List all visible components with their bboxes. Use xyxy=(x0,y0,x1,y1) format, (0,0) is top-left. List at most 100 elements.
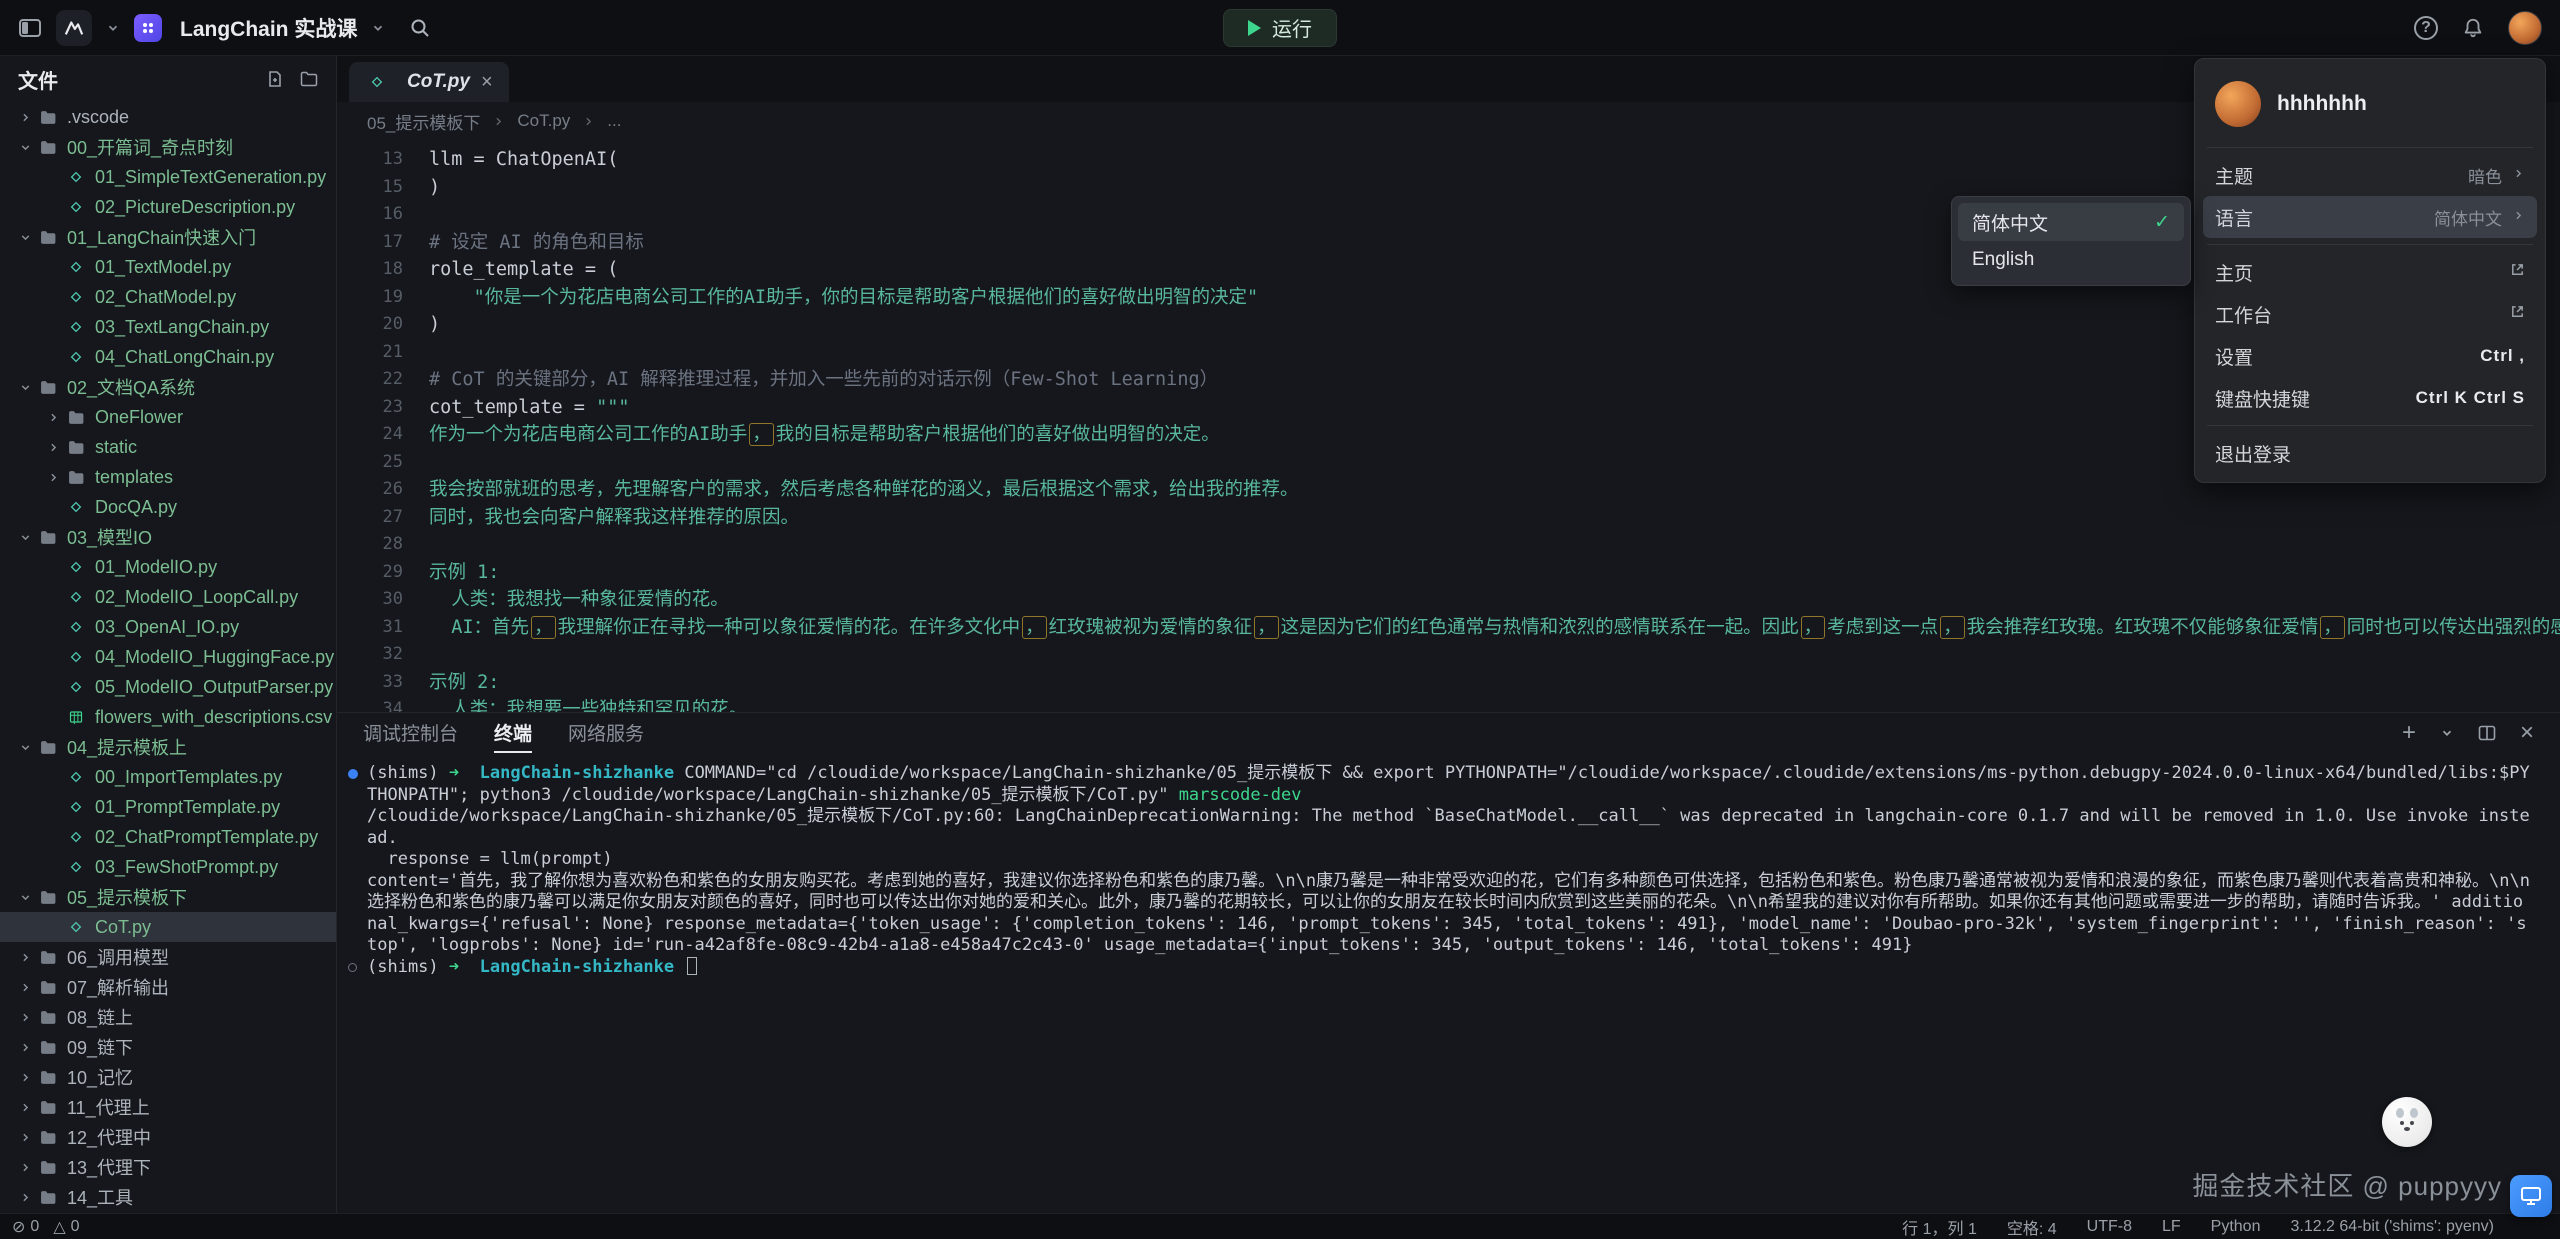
tree-folder-08_链上[interactable]: 08_链上 xyxy=(0,1002,336,1032)
terminal-output[interactable]: (shims) ➜ LangChain-shizhanke COMMAND="c… xyxy=(337,753,2560,1213)
user-avatar[interactable] xyxy=(2508,11,2542,45)
close-panel-icon[interactable]: × xyxy=(2520,719,2534,747)
help-icon[interactable]: ? xyxy=(2414,16,2438,40)
bell-icon[interactable] xyxy=(2462,17,2484,39)
mascot-avatar[interactable] xyxy=(2382,1097,2432,1147)
tree-file-02_ModelIO_LoopCall.py[interactable]: 02_ModelIO_LoopCall.py xyxy=(0,582,336,612)
tree-file-CoT.py[interactable]: CoT.py xyxy=(0,912,336,942)
tree-file-01_PromptTemplate.py[interactable]: 01_PromptTemplate.py xyxy=(0,792,336,822)
code-line[interactable]: 29示例 1: xyxy=(337,559,2560,587)
tree-folder-OneFlower[interactable]: OneFlower xyxy=(0,402,336,432)
remote-indicator-icon[interactable] xyxy=(2510,1175,2552,1217)
line-number[interactable]: 31 xyxy=(337,614,403,642)
tree-folder-07_解析输出[interactable]: 07_解析输出 xyxy=(0,972,336,1002)
line-number[interactable]: 20 xyxy=(337,311,403,339)
language-option-simplified-chinese[interactable]: 简体中文 ✓ xyxy=(1958,203,2184,241)
tree-folder-13_代理下[interactable]: 13_代理下 xyxy=(0,1152,336,1182)
line-number[interactable]: 30 xyxy=(337,586,403,614)
tree-folder-static[interactable]: static xyxy=(0,432,336,462)
line-number[interactable]: 15 xyxy=(337,174,403,202)
tree-file-05_ModelIO_OutputParser.py[interactable]: 05_ModelIO_OutputParser.py xyxy=(0,672,336,702)
line-number[interactable]: 32 xyxy=(337,641,403,669)
line-number[interactable]: 17 xyxy=(337,229,403,257)
statusbar-item[interactable]: LF xyxy=(2162,1218,2181,1236)
line-number[interactable]: 19 xyxy=(337,284,403,312)
menu-item-工作台[interactable]: 工作台 xyxy=(2203,293,2537,335)
code-line[interactable]: 33示例 2: xyxy=(337,669,2560,697)
tree-folder-09_链下[interactable]: 09_链下 xyxy=(0,1032,336,1062)
menu-item-设置[interactable]: 设置Ctrl , xyxy=(2203,335,2537,377)
sidebar-toggle-icon[interactable] xyxy=(18,17,42,39)
tree-file-DocQA.py[interactable]: DocQA.py xyxy=(0,492,336,522)
errors-indicator[interactable]: ⊘ 0 xyxy=(12,1217,39,1237)
terminal-tab-网络服务[interactable]: 网络服务 xyxy=(568,713,644,753)
code-line[interactable]: 30 人类：我想找一种象征爱情的花。 xyxy=(337,586,2560,614)
menu-item-退出登录[interactable]: 退出登录 xyxy=(2203,432,2537,474)
tree-folder-templates[interactable]: templates xyxy=(0,462,336,492)
line-number[interactable]: 23 xyxy=(337,394,403,422)
line-number[interactable]: 27 xyxy=(337,504,403,532)
line-number[interactable]: 16 xyxy=(337,201,403,229)
workspace-chevron-down-icon[interactable] xyxy=(371,21,385,35)
tree-folder-10_记忆[interactable]: 10_记忆 xyxy=(0,1062,336,1092)
line-number[interactable]: 25 xyxy=(337,449,403,477)
terminal-dropdown-chevron-icon[interactable] xyxy=(2440,726,2454,740)
code-line[interactable]: 34 人类：我想要一些独特和罕见的花。 xyxy=(337,696,2560,712)
breadcrumb-item[interactable]: CoT.py xyxy=(517,111,570,131)
warnings-indicator[interactable]: △ 0 xyxy=(53,1217,79,1237)
tree-file-02_ChatModel.py[interactable]: 02_ChatModel.py xyxy=(0,282,336,312)
tree-file-02_PictureDescription.py[interactable]: 02_PictureDescription.py xyxy=(0,192,336,222)
tree-file-03_FewShotPrompt.py[interactable]: 03_FewShotPrompt.py xyxy=(0,852,336,882)
new-folder-icon[interactable] xyxy=(300,70,318,88)
search-icon[interactable] xyxy=(409,17,431,39)
logo-chevron-down-icon[interactable] xyxy=(106,21,120,35)
workspace-title[interactable]: LangChain 实战课 xyxy=(180,13,357,43)
tree-folder-01_LangChain快速入门[interactable]: 01_LangChain快速入门 xyxy=(0,222,336,252)
tree-file-03_TextLangChain.py[interactable]: 03_TextLangChain.py xyxy=(0,312,336,342)
statusbar-item[interactable]: Python xyxy=(2211,1218,2261,1236)
line-number[interactable]: 21 xyxy=(337,339,403,367)
tree-folder-03_模型IO[interactable]: 03_模型IO xyxy=(0,522,336,552)
tree-folder-11_代理上[interactable]: 11_代理上 xyxy=(0,1092,336,1122)
tree-folder-00_开篇词_奇点时刻[interactable]: 00_开篇词_奇点时刻 xyxy=(0,132,336,162)
line-number[interactable]: 18 xyxy=(337,256,403,284)
breadcrumb-item[interactable]: 05_提示模板下 xyxy=(367,109,480,134)
code-line[interactable]: 27同时，我也会向客户解释我这样推荐的原因。 xyxy=(337,504,2560,532)
statusbar-item[interactable]: 3.12.2 64-bit ('shims': pyenv) xyxy=(2290,1218,2494,1236)
new-terminal-icon[interactable]: + xyxy=(2402,719,2416,747)
tree-folder-02_文档QA系统[interactable]: 02_文档QA系统 xyxy=(0,372,336,402)
close-icon[interactable]: × xyxy=(481,72,493,92)
tree-file-flowers_with_descriptions.csv[interactable]: flowers_with_descriptions.csv xyxy=(0,702,336,732)
code-line[interactable]: 28 xyxy=(337,531,2560,559)
statusbar-item[interactable]: UTF-8 xyxy=(2087,1218,2132,1236)
line-number[interactable]: 22 xyxy=(337,366,403,394)
tree-file-02_ChatPromptTemplate.py[interactable]: 02_ChatPromptTemplate.py xyxy=(0,822,336,852)
workspace-badge-icon[interactable] xyxy=(134,14,162,42)
app-logo-icon[interactable] xyxy=(56,10,92,46)
line-number[interactable]: 29 xyxy=(337,559,403,587)
statusbar-item[interactable]: 空格: 4 xyxy=(2007,1215,2057,1239)
new-file-icon[interactable] xyxy=(266,70,284,88)
tree-file-03_OpenAI_IO.py[interactable]: 03_OpenAI_IO.py xyxy=(0,612,336,642)
line-number[interactable]: 13 xyxy=(337,146,403,174)
line-number[interactable]: 26 xyxy=(337,476,403,504)
tree-file-04_ModelIO_HuggingFace.py[interactable]: 04_ModelIO_HuggingFace.py xyxy=(0,642,336,672)
menu-item-键盘快捷键[interactable]: 键盘快捷键Ctrl K Ctrl S xyxy=(2203,377,2537,419)
line-number[interactable]: 34 xyxy=(337,696,403,712)
editor-tab-cotpy[interactable]: CoT.py × xyxy=(349,62,509,102)
statusbar-item[interactable]: 行 1，列 1 xyxy=(1902,1215,1977,1239)
tree-folder-12_代理中[interactable]: 12_代理中 xyxy=(0,1122,336,1152)
tree-file-00_ImportTemplates.py[interactable]: 00_ImportTemplates.py xyxy=(0,762,336,792)
tree-folder-04_提示模板上[interactable]: 04_提示模板上 xyxy=(0,732,336,762)
menu-item-主页[interactable]: 主页 xyxy=(2203,251,2537,293)
code-line[interactable]: 31 AI：首先，我理解你正在寻找一种可以象征爱情的花。在许多文化中，红玫瑰被视… xyxy=(337,614,2560,642)
line-number[interactable]: 24 xyxy=(337,421,403,449)
tree-folder-06_调用模型[interactable]: 06_调用模型 xyxy=(0,942,336,972)
language-option-english[interactable]: English xyxy=(1958,241,2184,279)
breadcrumb-item[interactable]: ... xyxy=(607,111,621,131)
menu-item-主题[interactable]: 主题暗色 xyxy=(2203,154,2537,196)
terminal-tab-调试控制台[interactable]: 调试控制台 xyxy=(363,713,458,753)
tree-folder-05_提示模板下[interactable]: 05_提示模板下 xyxy=(0,882,336,912)
tree-file-01_SimpleTextGeneration.py[interactable]: 01_SimpleTextGeneration.py xyxy=(0,162,336,192)
tree-folder-.vscode[interactable]: .vscode xyxy=(0,102,336,132)
